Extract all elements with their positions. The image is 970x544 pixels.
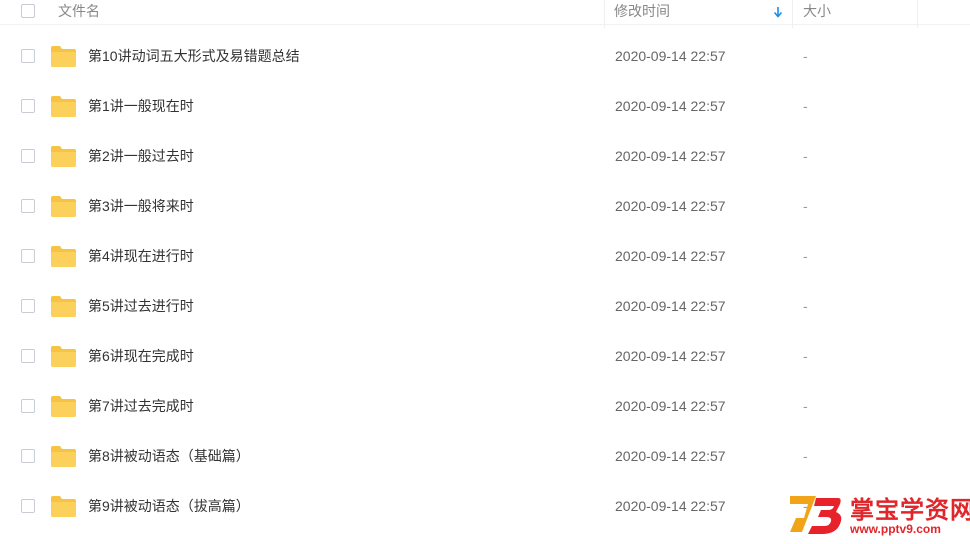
file-name[interactable]: 第7讲过去完成时	[88, 397, 194, 415]
file-size: -	[803, 198, 808, 214]
row-checkbox[interactable]	[21, 349, 35, 363]
file-size: -	[803, 48, 808, 64]
file-size: -	[803, 348, 808, 364]
watermark-url: www.pptv9.com	[850, 522, 941, 536]
file-modified-time: 2020-09-14 22:57	[615, 148, 726, 164]
folder-icon	[51, 145, 76, 167]
file-row[interactable]: 第4讲现在进行时 2020-09-14 22:57 -	[0, 232, 970, 282]
file-row[interactable]: 第10讲动词五大形式及易错题总结 2020-09-14 22:57 -	[0, 32, 970, 82]
site-watermark: 掌宝学资网 www.pptv9.com	[786, 488, 970, 544]
file-list-view: 文件名 修改时间 大小 第10讲动词五大形式及易错题总结 2020-09-14 2…	[0, 0, 970, 544]
column-header-size[interactable]: 大小	[803, 0, 831, 24]
row-checkbox[interactable]	[21, 199, 35, 213]
row-checkbox[interactable]	[21, 399, 35, 413]
column-header-modified[interactable]: 修改时间	[614, 0, 670, 24]
file-row[interactable]: 第6讲现在完成时 2020-09-14 22:57 -	[0, 332, 970, 382]
column-divider	[604, 0, 605, 28]
file-size: -	[803, 298, 808, 314]
file-size: -	[803, 448, 808, 464]
folder-icon	[51, 45, 76, 67]
file-modified-time: 2020-09-14 22:57	[615, 98, 726, 114]
file-modified-time: 2020-09-14 22:57	[615, 348, 726, 364]
file-row[interactable]: 第7讲过去完成时 2020-09-14 22:57 -	[0, 382, 970, 432]
sort-down-arrow-icon[interactable]	[772, 4, 784, 20]
file-modified-time: 2020-09-14 22:57	[615, 298, 726, 314]
file-size: -	[803, 98, 808, 114]
column-header-name[interactable]: 文件名	[58, 0, 100, 24]
file-list-header: 文件名 修改时间 大小	[0, 0, 970, 28]
column-divider	[917, 0, 918, 28]
row-checkbox[interactable]	[21, 299, 35, 313]
folder-icon	[51, 245, 76, 267]
folder-icon	[51, 395, 76, 417]
file-name[interactable]: 第10讲动词五大形式及易错题总结	[88, 47, 300, 65]
file-row[interactable]: 第1讲一般现在时 2020-09-14 22:57 -	[0, 82, 970, 132]
watermark-title: 掌宝学资网	[850, 496, 970, 524]
file-name[interactable]: 第5讲过去进行时	[88, 297, 194, 315]
row-checkbox[interactable]	[21, 99, 35, 113]
site-logo-icon	[790, 496, 842, 534]
file-name[interactable]: 第6讲现在完成时	[88, 347, 194, 365]
file-modified-time: 2020-09-14 22:57	[615, 398, 726, 414]
row-checkbox[interactable]	[21, 449, 35, 463]
file-row[interactable]: 第8讲被动语态（基础篇） 2020-09-14 22:57 -	[0, 432, 970, 482]
file-row[interactable]: 第5讲过去进行时 2020-09-14 22:57 -	[0, 282, 970, 332]
file-modified-time: 2020-09-14 22:57	[615, 248, 726, 264]
file-name[interactable]: 第8讲被动语态（基础篇）	[88, 447, 250, 465]
file-modified-time: 2020-09-14 22:57	[615, 498, 726, 514]
folder-icon	[51, 495, 76, 517]
folder-icon	[51, 345, 76, 367]
folder-icon	[51, 95, 76, 117]
file-name[interactable]: 第4讲现在进行时	[88, 247, 194, 265]
file-name[interactable]: 第3讲一般将来时	[88, 197, 194, 215]
column-divider	[792, 0, 793, 28]
file-modified-time: 2020-09-14 22:57	[615, 448, 726, 464]
file-name[interactable]: 第2讲一般过去时	[88, 147, 194, 165]
file-row[interactable]: 第2讲一般过去时 2020-09-14 22:57 -	[0, 132, 970, 182]
file-size: -	[803, 148, 808, 164]
select-all-checkbox[interactable]	[21, 4, 35, 18]
file-modified-time: 2020-09-14 22:57	[615, 198, 726, 214]
file-name[interactable]: 第9讲被动语态（拔高篇）	[88, 497, 250, 515]
row-checkbox[interactable]	[21, 49, 35, 63]
folder-icon	[51, 445, 76, 467]
row-checkbox[interactable]	[21, 499, 35, 513]
file-size: -	[803, 248, 808, 264]
folder-icon	[51, 195, 76, 217]
file-size: -	[803, 398, 808, 414]
folder-icon	[51, 295, 76, 317]
file-modified-time: 2020-09-14 22:57	[615, 48, 726, 64]
file-row[interactable]: 第3讲一般将来时 2020-09-14 22:57 -	[0, 182, 970, 232]
row-checkbox[interactable]	[21, 249, 35, 263]
file-name[interactable]: 第1讲一般现在时	[88, 97, 194, 115]
row-checkbox[interactable]	[21, 149, 35, 163]
